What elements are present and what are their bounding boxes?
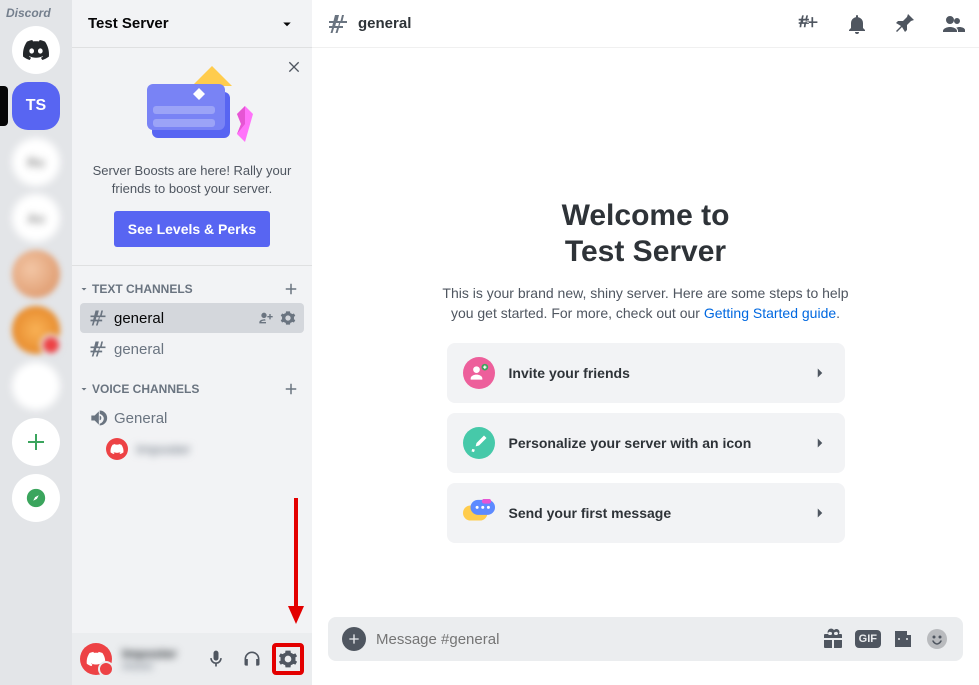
close-icon — [286, 58, 302, 74]
self-avatar[interactable] — [80, 643, 112, 675]
voice-user[interactable]: Imposter — [72, 434, 312, 464]
mute-button[interactable] — [200, 643, 232, 675]
server-icon[interactable]: Ro — [12, 138, 60, 186]
server-icon[interactable] — [12, 250, 60, 298]
emoji-icon[interactable] — [925, 627, 949, 651]
boost-levels-button[interactable]: See Levels & Perks — [114, 211, 270, 247]
welcome-panel: Welcome toTest Server This is your brand… — [312, 48, 979, 617]
chat-header: general — [312, 0, 979, 48]
welcome-subtitle: This is your brand new, shiny server. He… — [436, 284, 856, 323]
members-icon[interactable] — [941, 12, 965, 36]
chevron-right-icon — [811, 364, 829, 382]
user-area: Imposter #0000 — [72, 633, 312, 685]
welcome-card-invite[interactable]: Invite your friends — [447, 343, 845, 403]
pin-icon[interactable] — [893, 12, 917, 36]
create-channel-button[interactable] — [282, 280, 300, 298]
channel-name: general — [358, 15, 411, 32]
server-name: Test Server — [88, 15, 169, 32]
gift-icon[interactable] — [821, 627, 845, 651]
boost-text: Server Boosts are here! Rally your frien… — [84, 162, 300, 197]
app-name: Discord — [6, 6, 51, 20]
welcome-card-first-message[interactable]: Send your first message — [447, 483, 845, 543]
chevron-down-icon — [78, 283, 90, 295]
avatar — [106, 438, 128, 460]
explore-button[interactable] — [12, 474, 60, 522]
message-input[interactable] — [376, 631, 811, 648]
gear-icon[interactable] — [280, 310, 296, 326]
chevron-right-icon — [811, 504, 829, 522]
headphones-icon — [242, 649, 262, 669]
server-rail: Discord TS Ro Ao — [0, 0, 72, 685]
invite-icon[interactable] — [258, 310, 274, 326]
mic-icon — [206, 649, 226, 669]
hash-icon — [88, 339, 108, 359]
user-settings-button[interactable] — [272, 643, 304, 675]
channel-sidebar: Test Server Server Boosts are her — [72, 0, 312, 685]
server-header[interactable]: Test Server — [72, 0, 312, 48]
gear-icon — [278, 649, 298, 669]
category-text-channels[interactable]: TEXT CHANNELS — [72, 276, 312, 302]
add-server-button[interactable] — [12, 418, 60, 466]
deafen-button[interactable] — [236, 643, 268, 675]
text-channel[interactable]: general — [80, 334, 304, 364]
boost-art — [84, 64, 300, 154]
chevron-right-icon — [811, 434, 829, 452]
boost-close-button[interactable] — [286, 58, 302, 74]
home-button[interactable] — [12, 26, 60, 74]
category-voice-channels[interactable]: VOICE CHANNELS — [72, 376, 312, 402]
create-channel-button[interactable] — [282, 380, 300, 398]
voice-channel[interactable]: General — [80, 403, 304, 433]
chevron-down-icon — [78, 383, 90, 395]
paint-icon — [463, 427, 495, 459]
server-icon-selected[interactable]: TS — [12, 82, 60, 130]
hash-icon — [326, 12, 350, 36]
getting-started-link[interactable]: Getting Started guide — [704, 305, 836, 321]
chevron-down-icon — [278, 15, 296, 33]
self-name[interactable]: Imposter #0000 — [122, 646, 196, 673]
server-icon[interactable] — [12, 306, 60, 354]
speaker-icon — [88, 408, 108, 428]
server-icon[interactable]: Ao — [12, 194, 60, 242]
gif-button[interactable]: GIF — [855, 630, 881, 648]
boost-card: Server Boosts are here! Rally your frien… — [72, 48, 312, 266]
message-icon — [463, 497, 495, 529]
bell-icon[interactable] — [845, 12, 869, 36]
main-area: general Welcome toTest Server This is yo… — [312, 0, 979, 685]
text-channel[interactable]: general — [80, 303, 304, 333]
plus-icon — [24, 430, 48, 454]
channel-list: TEXT CHANNELS general general VOICE CHAN… — [72, 266, 312, 633]
compass-icon — [25, 487, 47, 509]
sticker-icon[interactable] — [891, 627, 915, 651]
composer: GIF — [312, 617, 979, 685]
attach-button[interactable] — [342, 627, 366, 651]
plus-icon — [346, 631, 362, 647]
welcome-card-personalize[interactable]: Personalize your server with an icon — [447, 413, 845, 473]
server-icon[interactable] — [12, 362, 60, 410]
welcome-title: Welcome toTest Server — [562, 198, 730, 270]
hash-icon — [88, 308, 108, 328]
discord-logo-icon — [22, 36, 50, 64]
invite-icon — [463, 357, 495, 389]
threads-icon[interactable] — [797, 12, 821, 36]
